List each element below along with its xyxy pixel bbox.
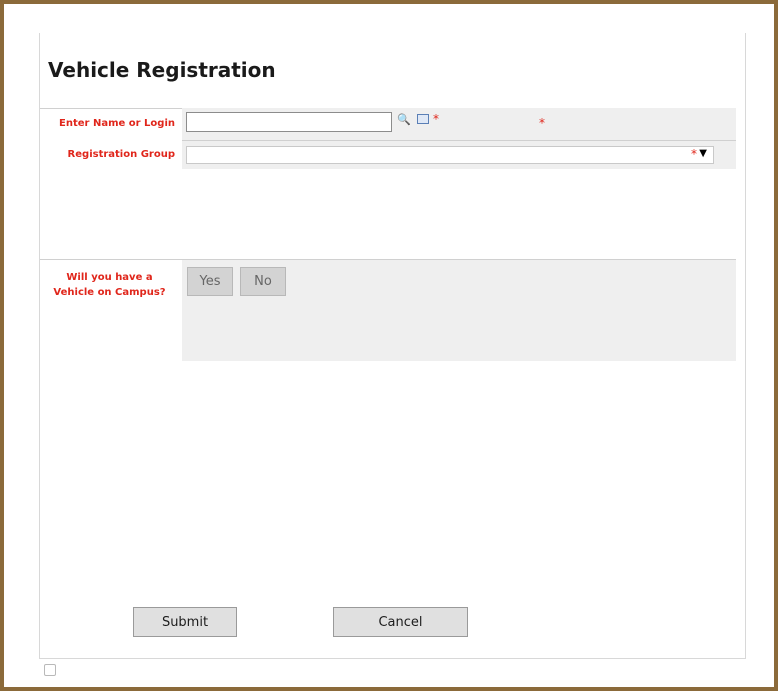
page-title: Vehicle Registration [48,58,276,82]
dropdown-arrow-icon[interactable]: ▼ [699,148,707,159]
group-label: Registration Group [67,149,175,160]
required-star-2: * [539,116,545,130]
no-button[interactable]: No [240,267,286,296]
bottom-checkbox[interactable] [44,664,56,676]
vehicle-question-label: Will you have a Vehicle on Campus? [53,272,166,298]
person-lookup-icon[interactable]: 🔍 [397,113,411,126]
submit-button[interactable]: Submit [133,607,237,637]
name-login-input[interactable] [186,112,392,132]
required-star: * [433,112,439,126]
name-label: Enter Name or Login [59,118,175,129]
required-star-3: * [691,147,697,161]
registration-group-select[interactable]: * ▼ [186,146,714,164]
yes-button[interactable]: Yes [187,267,233,296]
cancel-button[interactable]: Cancel [333,607,468,637]
address-book-icon[interactable] [417,114,429,124]
